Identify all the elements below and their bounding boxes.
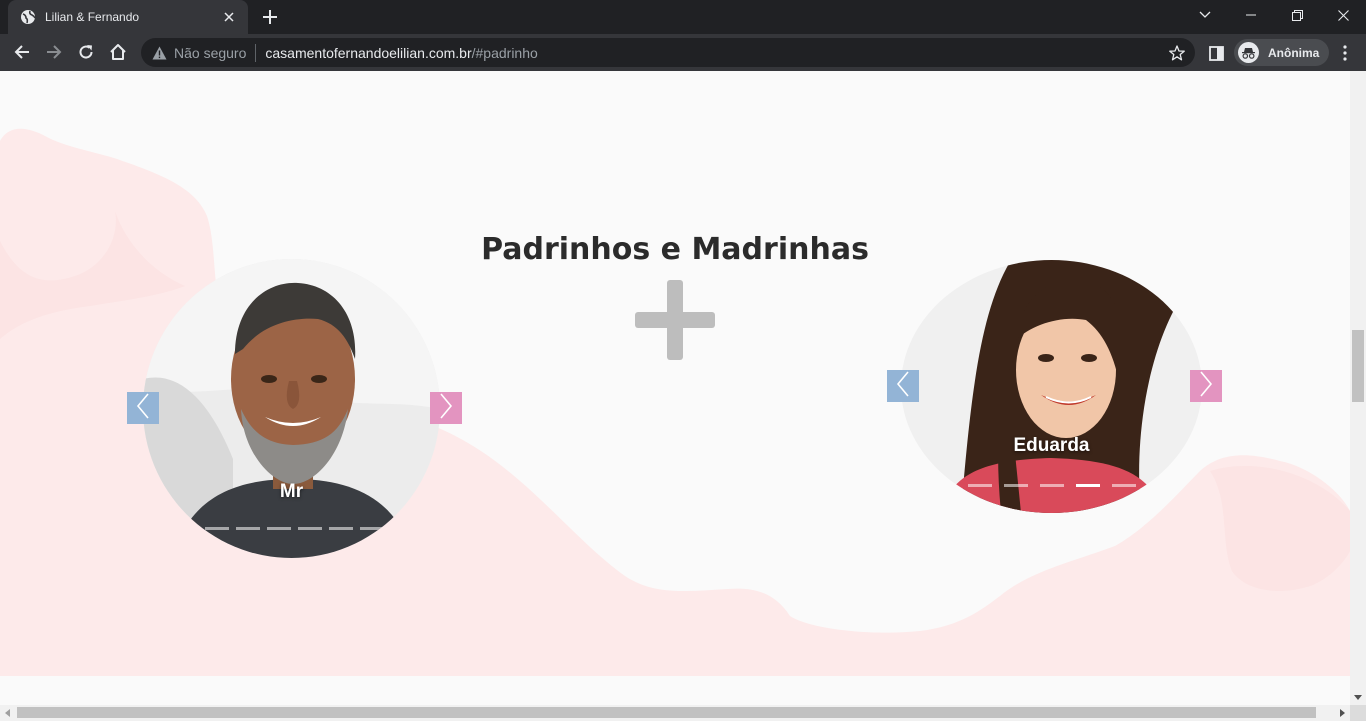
chevron-down-icon[interactable] bbox=[1182, 0, 1228, 30]
padrinho-carousel[interactable]: Mr bbox=[143, 259, 440, 558]
madrinha-name: Eduarda bbox=[1013, 435, 1090, 456]
madrinha-slide-indicators bbox=[968, 484, 1172, 487]
scroll-left-arrow-icon[interactable] bbox=[5, 709, 10, 717]
slide-indicator-active[interactable] bbox=[391, 527, 415, 530]
globe-icon bbox=[20, 9, 36, 25]
tab-strip: Lilian & Fernando bbox=[0, 0, 1366, 34]
warning-icon[interactable] bbox=[152, 46, 167, 60]
scrollbar-corner bbox=[1350, 705, 1366, 721]
home-icon[interactable] bbox=[104, 38, 132, 66]
madrinha-prev-button[interactable] bbox=[887, 370, 919, 402]
slide-indicator[interactable] bbox=[267, 527, 291, 530]
padrinho-prev-button[interactable] bbox=[127, 392, 159, 424]
slide-indicator[interactable] bbox=[329, 527, 353, 530]
plus-icon[interactable] bbox=[258, 5, 282, 29]
madrinha-carousel[interactable]: Eduarda bbox=[901, 260, 1202, 513]
incognito-label: Anônima bbox=[1268, 45, 1320, 60]
horizontal-scrollbar[interactable] bbox=[0, 705, 1350, 721]
forward-icon[interactable] bbox=[40, 38, 68, 66]
slide-indicator[interactable] bbox=[174, 527, 198, 530]
plus-icon bbox=[635, 280, 715, 360]
slide-indicator[interactable] bbox=[1112, 484, 1136, 487]
url-path: /#padrinho bbox=[471, 44, 538, 61]
horizontal-scroll-thumb[interactable] bbox=[17, 707, 1316, 718]
side-panel-icon[interactable] bbox=[1205, 42, 1227, 64]
madrinha-photo bbox=[901, 260, 1202, 513]
vertical-scrollbar[interactable] bbox=[1350, 71, 1366, 705]
chevron-right-icon bbox=[439, 392, 453, 424]
tab-title: Lilian & Fernando bbox=[45, 10, 140, 24]
browser-tab[interactable]: Lilian & Fernando bbox=[8, 0, 248, 34]
padrinho-next-button[interactable] bbox=[430, 392, 462, 424]
security-label[interactable]: Não seguro bbox=[174, 45, 246, 61]
slide-indicator[interactable] bbox=[1148, 484, 1172, 487]
slide-indicator-active[interactable] bbox=[1076, 484, 1100, 487]
vertical-scroll-thumb[interactable] bbox=[1352, 330, 1364, 402]
padrinho-slide-indicators bbox=[174, 527, 415, 530]
url-host: casamentofernandoelilian.com.br bbox=[265, 44, 472, 61]
incognito-profile-button[interactable]: Anônima bbox=[1234, 39, 1330, 66]
browser-toolbar: Não seguro casamentofernandoelilian.com.… bbox=[0, 34, 1366, 71]
chevron-left-icon bbox=[136, 392, 150, 424]
minimize-icon[interactable] bbox=[1228, 0, 1274, 30]
address-bar[interactable]: Não seguro casamentofernandoelilian.com.… bbox=[141, 38, 1195, 67]
slide-indicator[interactable] bbox=[236, 527, 260, 530]
slide-indicator[interactable] bbox=[205, 527, 229, 530]
star-icon[interactable] bbox=[1167, 43, 1187, 63]
scroll-right-arrow-icon[interactable] bbox=[1340, 709, 1345, 717]
incognito-icon bbox=[1238, 42, 1259, 63]
slide-indicator[interactable] bbox=[360, 527, 384, 530]
chevron-left-icon bbox=[896, 370, 910, 402]
page-viewport: Padrinhos e Madrinhas Mr Eduarda bbox=[0, 71, 1350, 705]
slide-indicator[interactable] bbox=[968, 484, 992, 487]
back-icon[interactable] bbox=[8, 38, 36, 66]
close-icon[interactable] bbox=[220, 8, 238, 26]
restore-icon[interactable] bbox=[1274, 0, 1320, 30]
padrinho-name: Mr bbox=[279, 481, 304, 502]
slide-indicator[interactable] bbox=[1004, 484, 1028, 487]
section-title: Padrinhos e Madrinhas bbox=[481, 232, 869, 267]
kebab-menu-icon[interactable] bbox=[1334, 40, 1356, 66]
scroll-down-arrow-icon[interactable] bbox=[1354, 695, 1362, 700]
padrinho-photo bbox=[143, 259, 440, 558]
slide-indicator[interactable] bbox=[1040, 484, 1064, 487]
close-window-icon[interactable] bbox=[1320, 0, 1366, 30]
slide-indicator[interactable] bbox=[298, 527, 322, 530]
reload-icon[interactable] bbox=[72, 38, 100, 66]
madrinha-next-button[interactable] bbox=[1190, 370, 1222, 402]
omnibox-divider bbox=[255, 43, 257, 62]
chevron-right-icon bbox=[1199, 370, 1213, 402]
